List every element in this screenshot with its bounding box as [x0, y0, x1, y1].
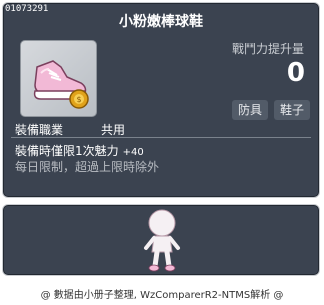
- category-tag-shoes: 鞋子: [274, 100, 310, 120]
- job-label: 裝備職業: [15, 123, 64, 137]
- item-name: 小粉嫩棒球鞋: [119, 14, 203, 30]
- charm-bonus: +40: [122, 147, 144, 158]
- character-preview-panel: [2, 204, 320, 276]
- divider: [11, 137, 311, 138]
- svg-text:$: $: [76, 95, 81, 104]
- character-mannequin-icon: [144, 209, 180, 272]
- pink-sneaker-icon: $: [33, 60, 89, 109]
- description-text: 裝備時僅限1次魅力: [15, 144, 119, 158]
- item-tooltip: 01073291 小粉嫩棒球鞋 $ 戰鬥力提升量 0 防具 鞋子 裝備職業 共用…: [2, 2, 320, 198]
- description-line-1: 裝備時僅限1次魅力 +40: [15, 142, 144, 159]
- combat-power-value: 0: [286, 58, 305, 88]
- description-line-2: 每日限制，超過上限時除外: [15, 160, 160, 174]
- job-value: 共用: [101, 123, 126, 137]
- footer-credit: @ 數据由小册子整理, WzComparerR2-NTMS解析 @: [40, 290, 284, 301]
- combat-power-label: 戰鬥力提升量: [231, 42, 304, 56]
- category-tag-armor: 防具: [232, 100, 268, 120]
- item-icon-frame: $: [20, 40, 97, 117]
